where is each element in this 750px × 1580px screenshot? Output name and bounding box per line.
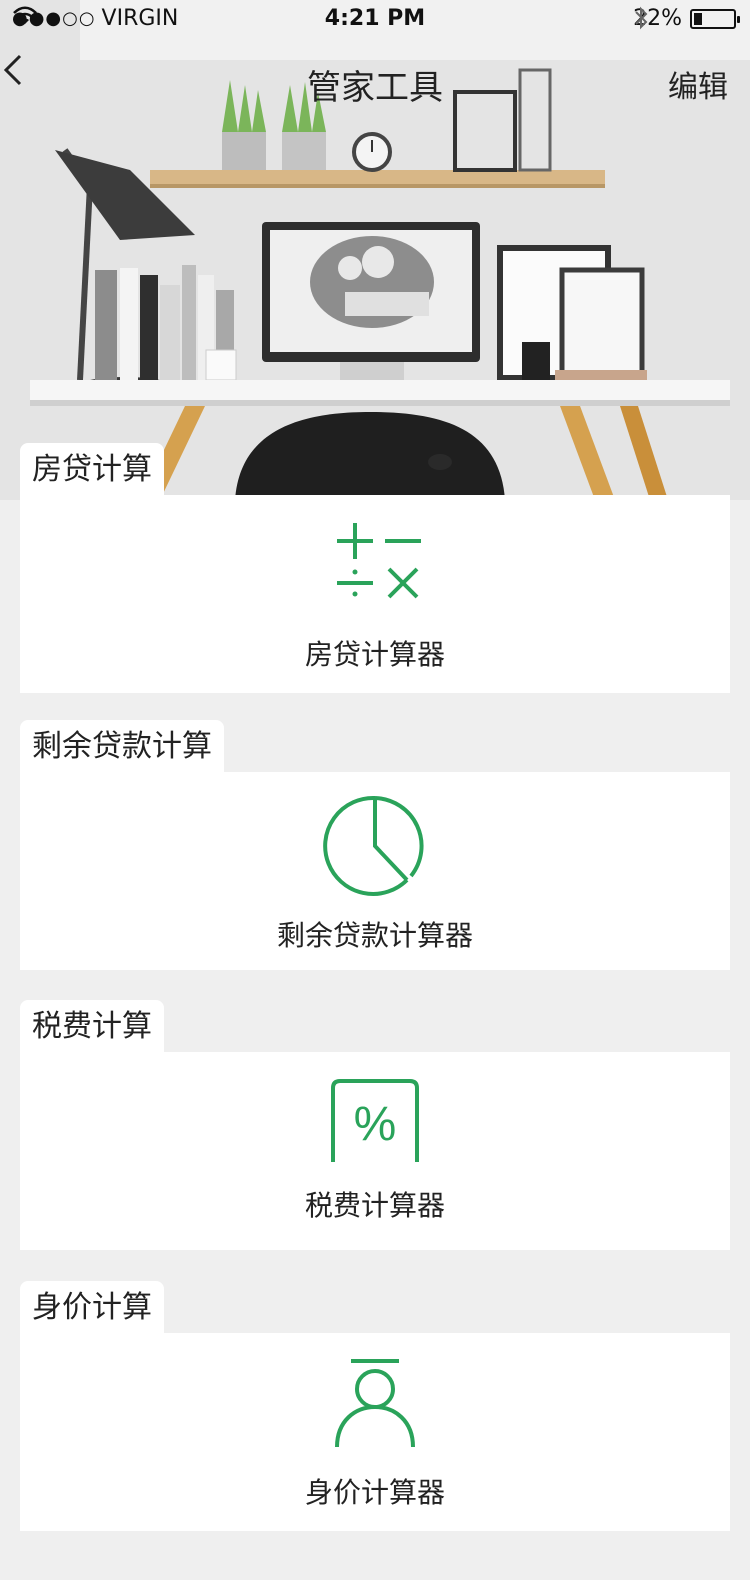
person-icon bbox=[335, 1359, 415, 1448]
battery-icon bbox=[690, 8, 740, 29]
tax-calculator-label: 税费计算器 bbox=[304, 1189, 445, 1222]
remaining-loan-calculator-card[interactable]: 剩余贷款计算器 bbox=[20, 772, 730, 970]
svg-text:%: % bbox=[354, 1098, 397, 1151]
header-banner-image: ●●●○○ VIRGIN 4:21 PM 22% 管家工具 编辑 bbox=[0, 0, 750, 500]
remaining-loan-calculator-label: 剩余贷款计算器 bbox=[276, 919, 473, 952]
navigation-bar: 管家工具 编辑 bbox=[0, 50, 750, 110]
status-bar: ●●●○○ VIRGIN 4:21 PM 22% bbox=[0, 0, 750, 40]
pie-chart-icon bbox=[323, 795, 424, 896]
percent-tag-icon: % bbox=[331, 1079, 419, 1162]
battery-level-fill bbox=[694, 12, 702, 25]
net-worth-calculator-card[interactable]: 身价计算器 bbox=[20, 1333, 730, 1531]
section-tab-label: 剩余贷款计算 bbox=[20, 720, 224, 774]
status-right: 22% bbox=[633, 6, 740, 31]
section-tab-label: 房贷计算 bbox=[20, 443, 164, 497]
mortgage-calculator-label: 房贷计算器 bbox=[304, 638, 445, 671]
net-worth-calculator-label: 身价计算器 bbox=[304, 1476, 445, 1509]
page-title: 管家工具 bbox=[307, 68, 443, 108]
calculator-operators-icon bbox=[337, 523, 421, 599]
section-tab-label: 身价计算 bbox=[20, 1281, 164, 1335]
tax-calculator-card[interactable]: % 税费计算器 bbox=[20, 1052, 730, 1250]
section-tab-label: 税费计算 bbox=[20, 1000, 164, 1054]
mortgage-calculator-card[interactable]: 房贷计算器 bbox=[20, 495, 730, 693]
bluetooth-icon bbox=[635, 6, 648, 30]
edit-button[interactable]: 编辑 bbox=[668, 62, 728, 106]
